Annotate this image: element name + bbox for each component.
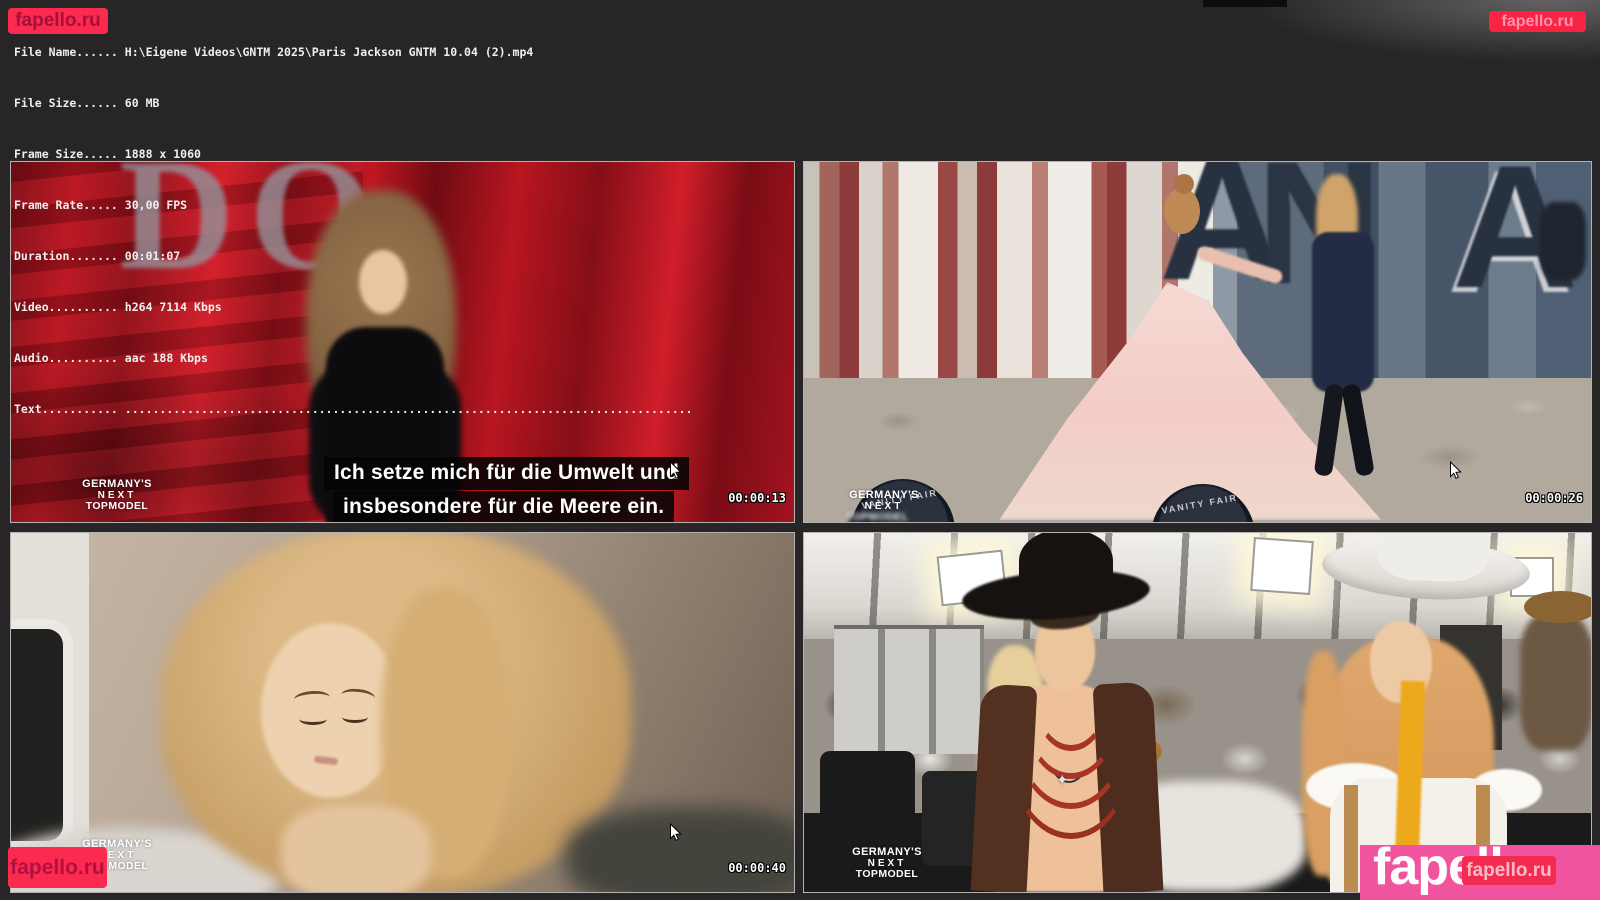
cursor-icon: [1449, 461, 1462, 481]
gntm-logo: GERMANY'S NEXT TOPMODEL: [846, 490, 922, 523]
cursor-icon: [669, 461, 682, 481]
gntm-logo: GERMANY'S NEXT TOPMODEL: [849, 847, 925, 880]
subtitle-line-1: Ich setze mich für die Umwelt und: [324, 457, 689, 490]
background-cowboy-hat: [1524, 591, 1592, 623]
meta-frame-size: Frame Size..... 1888 x 1060: [14, 146, 693, 163]
meta-label: Video..........: [14, 300, 118, 314]
meta-label: File Size......: [14, 96, 118, 110]
meta-value: aac 188 Kbps: [125, 351, 208, 365]
shadow: [566, 808, 795, 893]
makeup-mirrors: [834, 625, 984, 754]
closed-eye: [342, 711, 368, 723]
gntm-logo-line1: GERMANY'S: [849, 847, 925, 859]
meta-label: File Name......: [14, 45, 118, 59]
meta-duration: Duration....... 00:01:07: [14, 248, 693, 265]
fapello-watermark-badge: fapello.ru: [1489, 11, 1586, 32]
meta-label: Frame Rate.....: [14, 198, 118, 212]
meta-frame-rate: Frame Rate..... 30,00 FPS: [14, 197, 693, 214]
meta-label: Audio..........: [14, 351, 118, 365]
meta-value: 60 MB: [125, 96, 160, 110]
window-edge-bar: [1203, 0, 1287, 7]
gntm-logo-line1: GERMANY'S: [79, 479, 155, 491]
meta-file-name: File Name...... H:\Eigene Videos\GNTM 20…: [14, 44, 693, 61]
gntm-logo: GERMANY'S NEXT TOPMODEL: [79, 479, 155, 512]
subtitle-line-2: insbesondere für die Meere ein.: [333, 491, 674, 523]
meta-value: 1888 x 1060: [125, 147, 201, 161]
meta-value: 00:01:07: [125, 249, 180, 263]
star-pendant: ✦: [1056, 771, 1069, 789]
gntm-logo-line1: GERMANY'S: [846, 490, 922, 502]
meta-value: ........................................…: [125, 402, 693, 416]
video-frame-3: GERMANY'S NEXT TOPMODEL 00:00:40: [10, 532, 795, 893]
background-guest: [1540, 202, 1586, 280]
timestamp-frame-1: 00:00:13: [728, 491, 786, 505]
model-hair-bun: [1174, 174, 1194, 194]
model-head: [1164, 188, 1200, 234]
white-cowboy-hat-crown: [1377, 532, 1489, 583]
fapello-watermark-badge: fapello.ru: [8, 8, 108, 34]
gntm-logo-line3: TOPMODEL: [79, 501, 155, 512]
guest-navy-coat: [1312, 232, 1374, 392]
background-figure: [1520, 615, 1592, 750]
meta-video: Video.......... h264 7114 Kbps: [14, 299, 693, 316]
black-cowboy-hat-crown: [1019, 532, 1113, 595]
meta-audio: Audio.......... aac 188 Kbps: [14, 350, 693, 367]
model-face: [261, 623, 401, 798]
studio-light: [1250, 537, 1314, 595]
meta-label: Frame Size.....: [14, 147, 118, 161]
trailer-window: [11, 619, 73, 851]
meta-value: h264 7114 Kbps: [125, 300, 222, 314]
meta-text: Text........... ........................…: [14, 401, 693, 418]
tan-vest-strap: [1344, 785, 1358, 892]
fapello-watermark-badge: fapello.ru: [8, 847, 107, 888]
video-frame-2: A N A VANITY FAIR VANITY FAIR GERMANY'S …: [803, 161, 1592, 523]
medallion-text: VANITY FAIR: [1161, 490, 1251, 515]
meta-label: Duration.......: [14, 249, 118, 263]
closed-eye: [299, 713, 327, 725]
meta-file-size: File Size...... 60 MB: [14, 95, 693, 112]
meta-value: H:\Eigene Videos\GNTM 2025\Paris Jackson…: [125, 45, 534, 59]
meta-label: Text...........: [14, 402, 118, 416]
file-metadata: File Name...... H:\Eigene Videos\GNTM 20…: [14, 10, 693, 452]
timestamp-frame-2: 00:00:26: [1525, 491, 1583, 505]
meta-value: 30,00 FPS: [125, 198, 187, 212]
shoulder: [281, 805, 431, 893]
cursor-icon: [669, 823, 682, 843]
timestamp-frame-3: 00:00:40: [728, 861, 786, 875]
gntm-logo-line3: TOPMODEL: [849, 869, 925, 880]
fapello-watermark-badge: fapello.ru: [1462, 856, 1556, 885]
contact-sheet: File Name...... H:\Eigene Videos\GNTM 20…: [0, 0, 1600, 900]
gntm-logo-line3: TOPMODEL: [846, 512, 892, 523]
